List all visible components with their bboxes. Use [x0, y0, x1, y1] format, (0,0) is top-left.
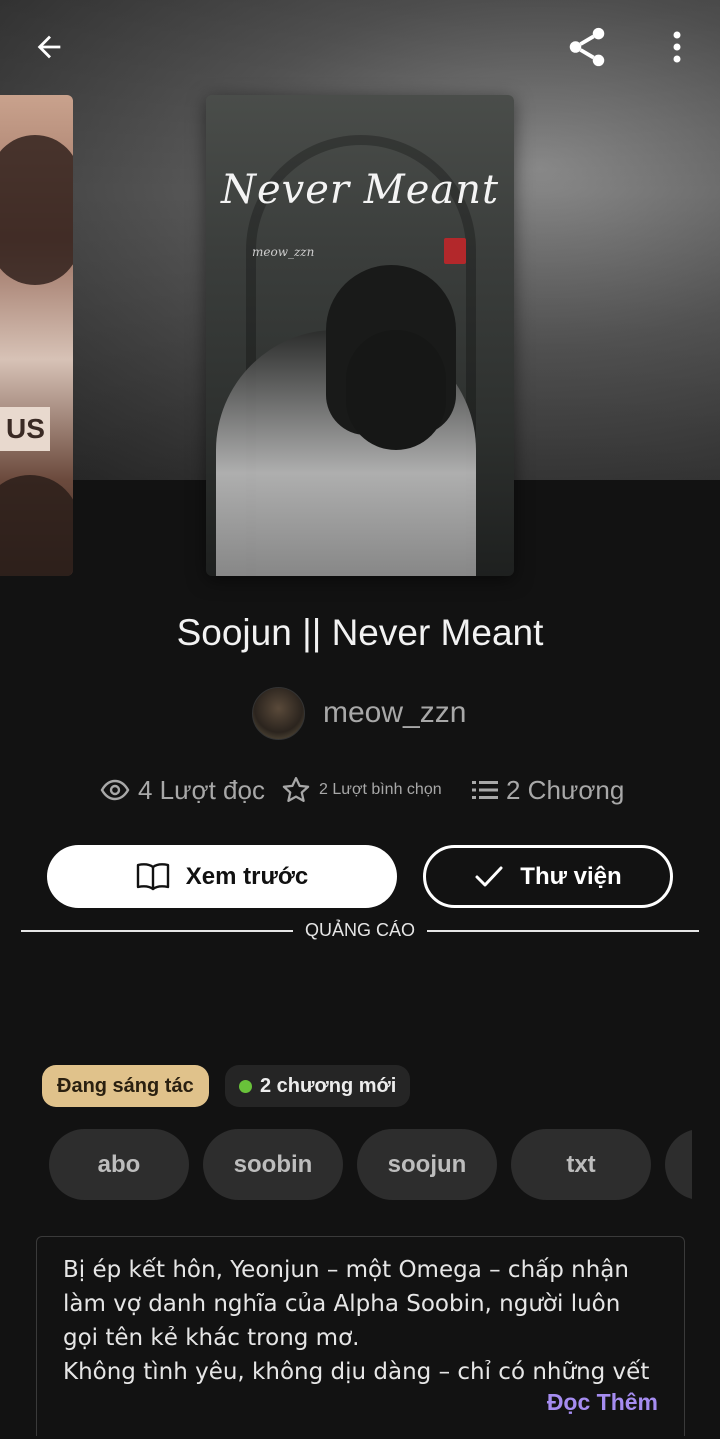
description-text: Bị ép kết hôn, Yeonjun – một Omega – chấ…	[63, 1257, 650, 1385]
tag-chip[interactable]: txt	[511, 1129, 651, 1200]
cover-author: meow_zzn	[252, 245, 315, 259]
cover-side-badge: US	[0, 407, 50, 451]
new-parts-label: 2 chương mới	[260, 1074, 397, 1097]
new-parts-badge: 2 chương mới	[225, 1065, 411, 1107]
arrow-left-icon	[37, 35, 61, 59]
votes-stat: 2 Lượt bình chọn	[281, 768, 442, 812]
preview-label: Xem trước	[185, 862, 309, 890]
check-icon	[475, 866, 503, 886]
star-icon	[282, 777, 310, 802]
previous-cover[interactable]: US	[0, 95, 73, 576]
votes-count: 2 Lượt bình chọn	[319, 781, 442, 798]
author-link[interactable]: meow_zzn	[252, 686, 466, 740]
back-button[interactable]	[22, 22, 76, 72]
cover-photo-region	[0, 135, 73, 285]
more-vertical-icon	[673, 31, 681, 63]
tag-chip[interactable]: soojun	[357, 1129, 497, 1200]
story-stats: 4 Lượt đọc 2 Lượt bình chọn 2 Chương	[0, 768, 720, 812]
reads-stat: 4 Lượt đọc	[100, 768, 265, 812]
tag-chip[interactable]	[665, 1129, 692, 1200]
top-bar	[0, 0, 720, 95]
more-options-button[interactable]	[655, 22, 699, 72]
library-label: Thư viện	[520, 862, 622, 890]
share-button[interactable]	[558, 20, 616, 74]
book-open-icon	[136, 862, 169, 890]
author-name: meow_zzn	[323, 696, 467, 729]
parts-stat: 2 Chương	[472, 768, 624, 812]
preview-button[interactable]: Xem trước	[47, 845, 397, 908]
book-cover[interactable]: Never Meant meow_zzn	[206, 95, 514, 576]
ad-divider	[21, 930, 293, 932]
description-box[interactable]: Bị ép kết hôn, Yeonjun – một Omega – chấ…	[36, 1236, 685, 1436]
book-title: Soojun || Never Meant	[176, 612, 544, 653]
share-icon	[569, 27, 605, 67]
cover-figure	[346, 330, 446, 450]
read-more-link[interactable]: Đọc Thêm	[506, 1389, 658, 1416]
parts-count: 2 Chương	[506, 774, 625, 805]
tag-list: abo soobin soojun txt	[0, 1129, 692, 1201]
status-badge: Đang sáng tác	[42, 1065, 209, 1107]
cover-title: Never Meant	[220, 167, 500, 213]
library-button[interactable]: Thư viện	[423, 845, 673, 908]
tag-chip[interactable]: abo	[49, 1129, 189, 1200]
cover-seal	[444, 238, 466, 264]
new-indicator-dot	[239, 1079, 252, 1093]
reads-count: 4 Lượt đọc	[138, 774, 265, 805]
avatar	[252, 686, 305, 740]
list-icon	[472, 781, 498, 799]
cover-photo-region	[0, 475, 73, 576]
ad-label: QUẢNG CÁO	[304, 920, 415, 940]
ad-divider	[427, 930, 699, 932]
eye-icon	[100, 779, 130, 801]
tag-chip[interactable]: soobin	[203, 1129, 343, 1200]
